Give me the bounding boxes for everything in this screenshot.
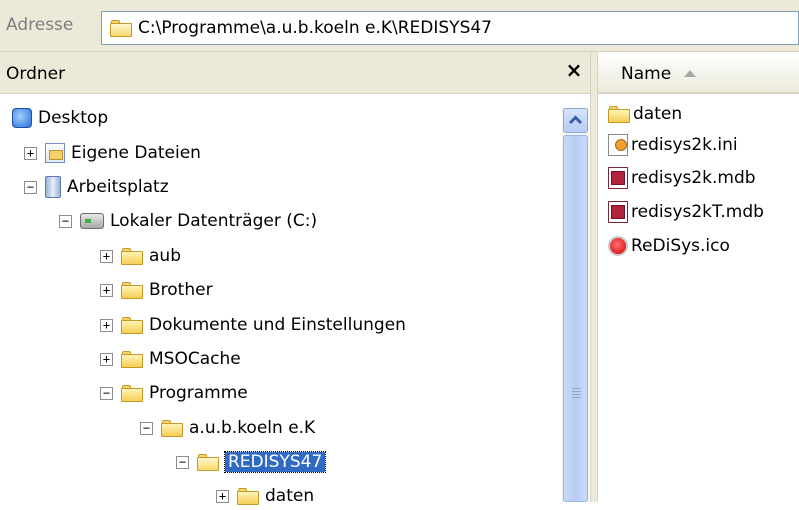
file-label: redisys2kT.mdb — [631, 202, 764, 222]
tree-item-eigene-dateien[interactable]: + Eigene Dateien — [24, 139, 201, 167]
folder-icon — [608, 105, 630, 123]
folder-open-icon — [197, 453, 219, 471]
tree-item-redisys47[interactable]: − REDISYS47 — [176, 448, 327, 476]
tree-item-arbeitsplatz[interactable]: − Arbeitsplatz — [24, 173, 169, 201]
scroll-thumb[interactable] — [563, 135, 588, 502]
tree-item-label: Lokaler Datenträger (C:) — [110, 211, 318, 231]
tree-item-local-drive[interactable]: − Lokaler Datenträger (C:) — [59, 207, 317, 235]
folder-icon — [121, 316, 143, 334]
address-field[interactable]: C:\Programme\a.u.b.koeln e.K\REDISYS47 — [101, 11, 799, 45]
my-documents-icon — [45, 143, 65, 163]
tree-item-label: Eigene Dateien — [71, 143, 201, 163]
close-icon[interactable]: × — [563, 58, 585, 82]
address-bar: Adresse C:\Programme\a.u.b.koeln e.K\RED… — [0, 0, 799, 52]
file-item[interactable]: redisys2k.ini — [608, 131, 738, 159]
file-item[interactable]: daten — [608, 100, 682, 128]
collapse-icon[interactable]: − — [24, 180, 37, 194]
pane-splitter[interactable] — [590, 52, 598, 502]
tree-item-label: daten — [265, 486, 315, 506]
expand-icon[interactable]: + — [100, 318, 113, 332]
scroll-grip — [572, 391, 581, 392]
tree-item-aub[interactable]: + aub — [100, 242, 181, 270]
expand-icon[interactable]: + — [100, 352, 113, 366]
access-db-icon — [608, 201, 628, 223]
folder-icon — [121, 247, 143, 265]
desktop-icon — [12, 108, 32, 128]
tree-item-label-selected: REDISYS47 — [223, 451, 327, 473]
tree-item-daten[interactable]: + daten — [216, 482, 314, 510]
tree-item-label: aub — [149, 246, 181, 266]
column-name-label: Name — [621, 64, 672, 84]
scroll-grip — [572, 397, 581, 398]
file-label: ReDiSys.ico — [631, 236, 730, 256]
tree-item-brother[interactable]: + Brother — [100, 276, 213, 304]
collapse-icon[interactable]: − — [176, 455, 189, 469]
expand-icon[interactable]: + — [24, 146, 37, 160]
file-label: daten — [633, 104, 683, 124]
tree-item-label: MSOCache — [149, 349, 241, 369]
folder-tree-pane: Ordner × Desktop + Eigene Dateien − Arbe… — [0, 52, 592, 506]
collapse-icon[interactable]: − — [59, 214, 72, 228]
tree-item-label: Brother — [149, 280, 213, 300]
scroll-grip — [572, 388, 581, 389]
folder-icon — [121, 281, 143, 299]
file-label: redisys2k.mdb — [631, 168, 756, 188]
folder-icon — [161, 419, 183, 437]
access-db-icon — [608, 167, 628, 189]
tree-item-msocache[interactable]: + MSOCache — [100, 345, 241, 373]
vertical-scrollbar[interactable] — [562, 108, 589, 502]
tree-item-desktop[interactable]: Desktop — [12, 104, 108, 132]
tree-item-label: Desktop — [38, 108, 109, 128]
tree-item-dokumente[interactable]: + Dokumente und Einstellungen — [100, 311, 406, 339]
address-path[interactable]: C:\Programme\a.u.b.koeln e.K\REDISYS47 — [138, 18, 492, 38]
folder-pane-title: Ordner — [6, 64, 66, 84]
tree-item-label: Programme — [149, 383, 248, 403]
drive-icon — [80, 213, 104, 229]
file-list-pane: Name daten redisys2k.ini redisys2k.mdb r… — [598, 52, 799, 502]
sort-ascending-icon — [684, 70, 696, 77]
file-label: redisys2k.ini — [631, 135, 738, 155]
expand-icon[interactable]: + — [216, 489, 229, 503]
tree-item-label: Dokumente und Einstellungen — [149, 315, 406, 335]
my-computer-icon — [45, 176, 61, 198]
file-item[interactable]: redisys2k.mdb — [608, 164, 756, 192]
collapse-icon[interactable]: − — [100, 386, 113, 400]
file-item[interactable]: redisys2kT.mdb — [608, 198, 764, 226]
file-item[interactable]: ReDiSys.ico — [608, 232, 730, 260]
folder-icon — [121, 350, 143, 368]
address-label: Adresse — [6, 15, 74, 35]
column-header-name[interactable]: Name — [598, 52, 799, 94]
expand-icon[interactable]: + — [100, 283, 113, 297]
tree-item-label: a.u.b.koeln e.K — [189, 418, 316, 438]
folder-icon — [110, 19, 132, 37]
collapse-icon[interactable]: − — [140, 421, 153, 435]
tree-item-label: Arbeitsplatz — [67, 177, 169, 197]
ini-file-icon — [608, 134, 628, 156]
expand-icon[interactable]: + — [100, 249, 113, 263]
icon-file-icon — [608, 236, 628, 256]
tree-item-aub-koeln[interactable]: − a.u.b.koeln e.K — [140, 414, 315, 442]
scroll-up-button[interactable] — [563, 108, 588, 133]
folder-icon — [121, 384, 143, 402]
scroll-grip — [572, 394, 581, 395]
chevron-up-icon — [568, 115, 583, 125]
tree-item-programme[interactable]: − Programme — [100, 379, 248, 407]
folder-pane-header: Ordner × — [0, 52, 592, 94]
